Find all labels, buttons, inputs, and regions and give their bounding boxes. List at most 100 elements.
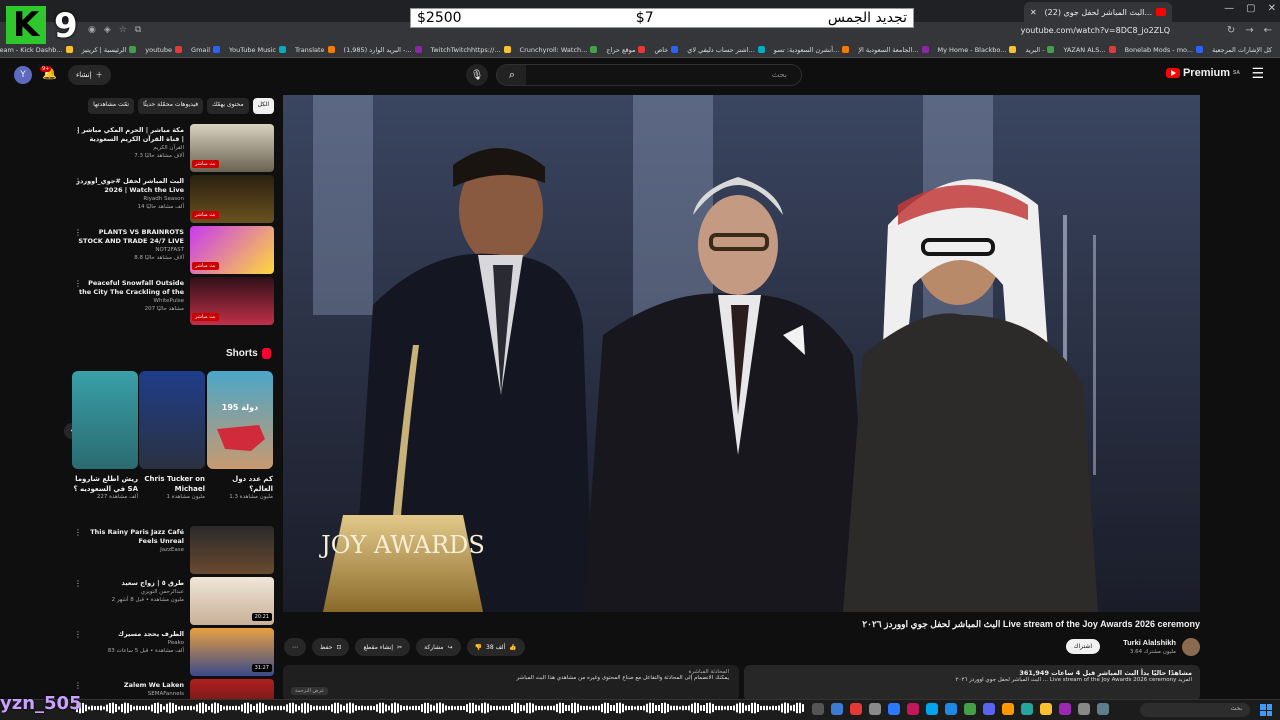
channel-name[interactable]: SEMAFannels [76,690,184,698]
video-thumbnail[interactable]: 20:21 [190,577,274,625]
extension-icon[interactable]: ◉ [88,25,96,35]
bookmark-item[interactable]: youtube [145,46,183,54]
clip-button[interactable]: إنشاء مقطع ✂ [355,638,411,656]
create-button[interactable]: إنشاء ＋ [68,65,111,85]
more-vert-icon[interactable]: ⋮ [74,579,82,588]
recommended-video[interactable]: بث مباشر البث المباشر لحفل #جوي_أووردز 20… [72,175,274,223]
recommended-video[interactable]: 20:21 طرق ٥ | زواج سعيد عبدالرحمن التويزي 2… [72,577,274,625]
video-title[interactable]: مكة مباشر | الحرم المكي مباشر | قناة الق… [76,126,184,144]
taskbar-app-icon[interactable] [1040,703,1052,715]
like-icon[interactable]: 👍 [509,644,516,651]
bookmark-item[interactable]: Translate [295,46,335,54]
more-vert-icon[interactable]: ⋮ [74,681,82,690]
video-title[interactable]: طرق ٥ | زواج سعيد [76,579,184,588]
short-title[interactable]: كم عدد دول العالم؟ [207,474,273,494]
recommended-video[interactable]: 31:27 الطرف يحجد مسيرك Peako 83 ألف مشاهدة … [72,628,274,676]
video-player[interactable]: JOY AWARDS [283,95,1200,612]
video-thumbnail[interactable] [190,526,274,574]
short-title[interactable]: Chris Tucker on Michael [139,474,205,494]
youtube-premium-logo[interactable]: Premium SA [1165,67,1240,79]
recommended-video[interactable]: This Rainy Paris Jazz Café Feels Unreal J… [72,526,274,574]
taskbar-app-icon[interactable] [1002,703,1014,715]
taskbar-app-icon[interactable] [812,703,824,715]
more-vert-icon[interactable]: ⋮ [74,228,82,237]
more-vert-icon[interactable]: ⋮ [74,177,82,186]
taskbar-app-icon[interactable] [888,703,900,715]
taskbar-app-icon[interactable] [945,703,957,715]
taskbar-app-icon[interactable] [831,703,843,715]
taskbar-app-icon[interactable] [1021,703,1033,715]
channel-name[interactable]: JazzEase [76,546,184,554]
channel-name[interactable]: عبدالرحمن التويزي [76,588,184,596]
bookmark-item[interactable]: اشتر حساب دليفي لاي... [687,46,765,54]
channel-name[interactable]: NOT2FAST [76,246,184,254]
bookmark-item[interactable]: (1,985) البريد الوارد -... [344,46,422,54]
back-icon[interactable]: ← [1264,25,1272,36]
copy-icon[interactable]: ⧉ [135,25,141,35]
bookmark-item[interactable]: الرئيسية | كريتيز [82,46,137,54]
url-field[interactable]: youtube.com/watch?v=8DC8_jo2ZLQ [1021,26,1170,35]
dislike-icon[interactable]: 👎 [475,644,482,651]
filter-chip[interactable]: محتوى يهمّك [207,98,249,114]
windows-start-icon[interactable] [1260,704,1272,716]
bookmark-item[interactable]: Stream - Kick Dashb... [0,46,73,54]
recommended-video[interactable]: بث مباشر مكة مباشر | الحرم المكي مباشر | … [72,124,274,172]
video-thumbnail[interactable]: بث مباشر [190,277,274,325]
extension-icon[interactable]: ◈ [104,25,111,35]
bookmark-item[interactable]: Gmail [191,46,221,54]
reload-icon[interactable]: ↻ [1227,25,1235,36]
video-title[interactable]: Peaceful Snowfall Outside the City The C… [76,279,184,297]
bookmark-item[interactable]: خاص [654,46,679,54]
more-vert-icon[interactable]: ⋮ [74,279,82,288]
minimize-icon[interactable]: — [1224,3,1234,14]
taskbar-app-icon[interactable] [907,703,919,715]
channel-name[interactable]: Peako [76,639,184,647]
avatar[interactable]: Y [14,66,32,84]
browser-tab-youtube[interactable]: ✕ (22) البث المباشر لحفل جوي... [1024,2,1172,22]
share-button[interactable]: مشاركة ↪ [416,638,461,656]
short-thumbnail[interactable]: 195 دولة [207,371,273,469]
bookmark-item[interactable]: YAZAN ALS... [1063,46,1116,54]
video-thumbnail[interactable]: بث مباشر [190,175,274,223]
video-title[interactable]: Zalem We Laken [76,681,184,690]
more-vert-icon[interactable]: ⋮ [74,528,82,537]
video-thumbnail[interactable]: بث مباشر [190,124,274,172]
taskbar-app-icon[interactable] [869,703,881,715]
recommended-video[interactable]: بث مباشر Peaceful Snowfall Outside the Ci… [72,277,274,325]
video-title[interactable]: This Rainy Paris Jazz Café Feels Unreal [76,528,184,546]
channel-name[interactable]: WhitePulse [76,297,184,305]
maximize-icon[interactable]: ▢ [1246,3,1255,14]
more-vert-icon[interactable]: ⋮ [74,630,82,639]
short-thumbnail[interactable] [72,371,138,469]
close-tab-icon[interactable]: ✕ [1030,8,1037,17]
close-window-icon[interactable]: ✕ [1268,3,1276,14]
recommended-video[interactable]: بث مباشر PLANTS VS BRAINROTS STOCK AND TR… [72,226,274,274]
more-button[interactable]: ⋯ [284,638,306,656]
video-thumbnail[interactable]: بث مباشر [190,226,274,274]
taskbar-app-icon[interactable] [964,703,976,715]
bookmark-item[interactable]: TwitchTwitchhttps://... [431,46,511,54]
filter-chip[interactable]: فيديوهات محمّلة حديثًا [138,98,204,114]
all-bookmarks-link[interactable]: كل الإشارات المرجعية [1212,46,1272,54]
more-vert-icon[interactable]: ⋮ [74,126,82,135]
channel-name[interactable]: القرآن الكريم [76,144,184,152]
video-thumbnail[interactable]: 31:27 [190,628,274,676]
video-title[interactable]: الطرف يحجد مسيرك [76,630,184,639]
menu-icon[interactable]: ☰ [1251,66,1264,82]
description-box[interactable]: 361,949 مشاهدًا حاليًا بدأ البث المباشر … [744,665,1200,701]
save-button[interactable]: حفظ ⊡ [312,638,350,656]
channel-name[interactable]: Riyadh Season [76,195,184,203]
video-title[interactable]: البث المباشر لحفل #جوي_أووردز 2026 | Wat… [76,177,184,195]
bookmark-item[interactable]: الجامعة السعودية الإ... [858,46,929,54]
bookmark-item[interactable]: Crunchyroll: Watch... [520,46,598,54]
bookmark-item[interactable]: My Home - Blackbo... [938,46,1017,54]
taskbar-app-icon[interactable] [1059,703,1071,715]
channel-avatar[interactable] [1182,638,1200,656]
bookmark-item[interactable]: YouTube Music [229,46,287,54]
taskbar-app-icon[interactable] [1078,703,1090,715]
channel-name[interactable]: Turki Alalshikh [1123,638,1176,647]
taskbar-search[interactable]: بحث [1140,703,1250,717]
short-title[interactable]: ريش اطلع شاروما في السعوديه ؟ SA [72,474,138,494]
short-thumbnail[interactable] [139,371,205,469]
filter-chip[interactable]: الكل [252,98,274,114]
